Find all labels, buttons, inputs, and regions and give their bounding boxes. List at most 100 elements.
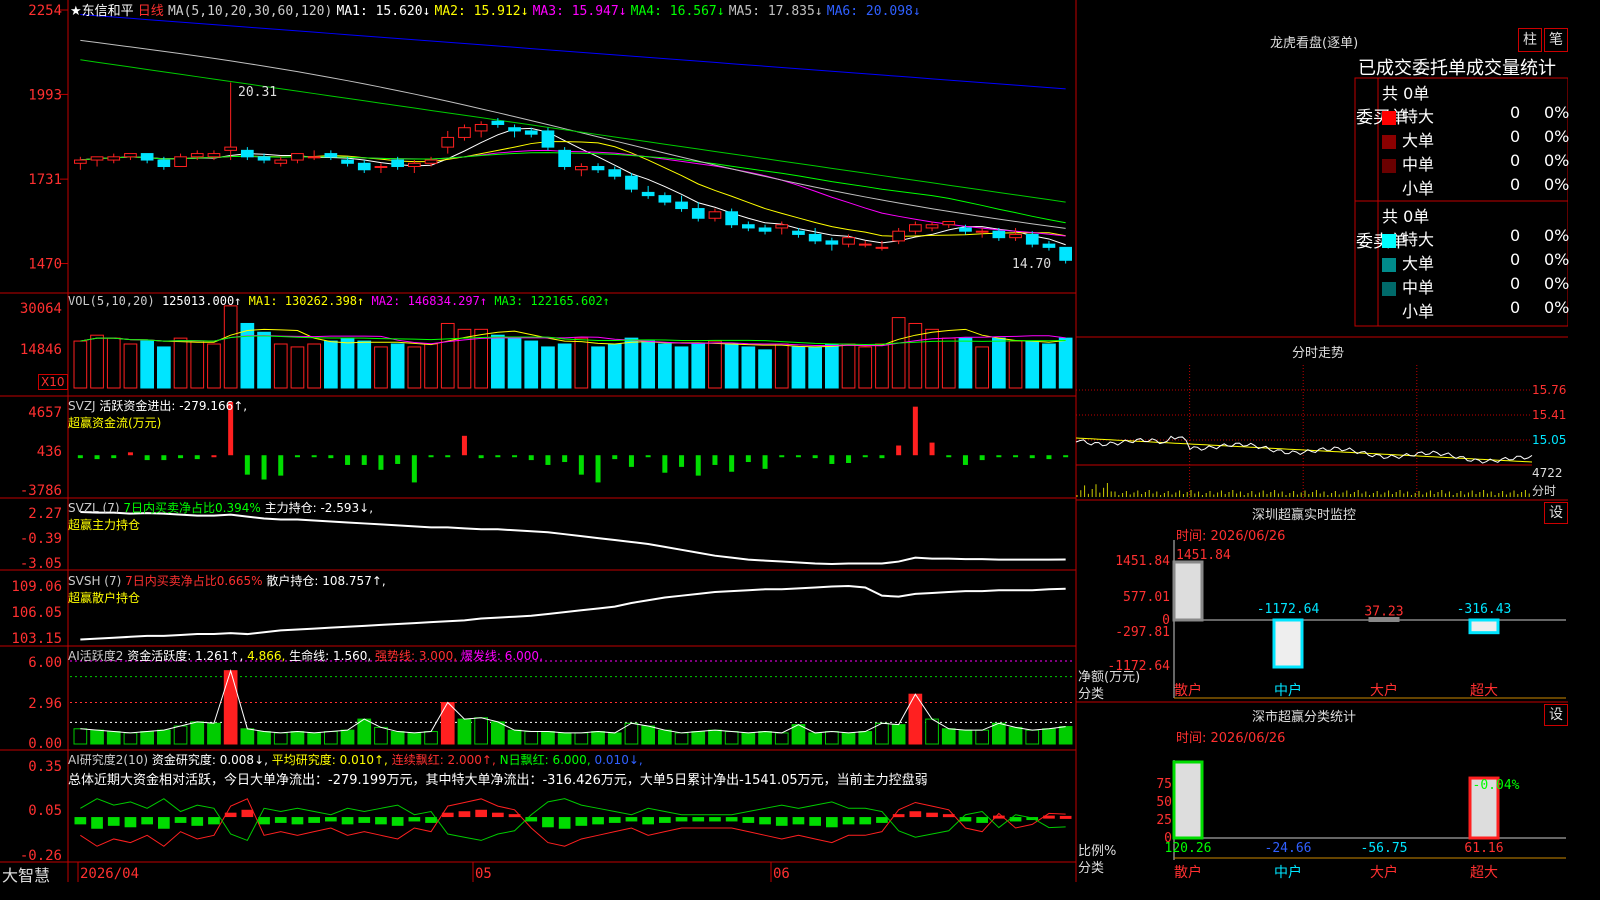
svsh-axis-label: 103.15 (11, 631, 62, 647)
classify-bar-label: -24.66 (1265, 841, 1312, 856)
candle-body (842, 237, 855, 245)
candle-body (291, 153, 304, 161)
price-axis-label: 2254 (28, 3, 62, 19)
candle-body (875, 246, 889, 249)
intraday-axis-0: 15.76 (1532, 383, 1567, 397)
monitor-time: 时间: 2026/06/26 (1176, 529, 1286, 544)
ai2-bar (641, 725, 655, 745)
volume-bar (658, 343, 672, 389)
ai2-bar (1058, 726, 1073, 745)
intraday-axis-1: 15.41 (1532, 408, 1567, 422)
svsh-text2: 散户持仓: 108.757↑, (266, 574, 386, 588)
tab-bar[interactable]: 柱 (1518, 28, 1542, 52)
research-bar (208, 817, 220, 825)
candle-body (558, 149, 571, 168)
volume-bar (73, 340, 88, 389)
candle-body (775, 224, 789, 229)
period-label[interactable]: 日线 (138, 4, 164, 19)
candle-body (374, 166, 388, 169)
svzj-bar (1029, 455, 1035, 459)
svzl-text2: 主力持仓: -2.593↓, (264, 501, 374, 515)
order-count: 0 (1510, 175, 1521, 194)
ai2-bar (157, 729, 171, 745)
research-bar (725, 817, 738, 822)
ai2-bar (474, 717, 488, 745)
ai2-bar (457, 718, 472, 745)
research-bar (859, 817, 872, 825)
research-axis-label: 0.05 (28, 803, 62, 819)
ma4-line (80, 152, 1066, 224)
ai2-t3: 生命线: 1.560, (289, 649, 372, 663)
price-panel-header: ★东信和平 日线 MA(5,10,20,30,60,120) MA1: 15.6… (70, 0, 921, 19)
research-bar (258, 817, 270, 825)
classify-axis-label: 25 (1156, 813, 1172, 828)
research-bar (826, 817, 838, 828)
svzj-bar (595, 455, 601, 483)
volume-bar (1025, 340, 1040, 389)
volume-bar (641, 340, 655, 389)
ma3-line (80, 149, 1066, 237)
candle-body (658, 195, 672, 203)
volume-bar (524, 340, 539, 389)
vol-unit-badge[interactable]: X10 (38, 374, 68, 390)
research-bar (107, 817, 120, 826)
classify-settings-button[interactable]: 设 (1544, 704, 1568, 726)
candle-body (190, 153, 204, 158)
candle-body (140, 153, 154, 161)
svzj-header: SVZJ 活跃资金进出: -279.166↑, 超赢资金流(万元) (68, 397, 247, 431)
volume-bar (624, 337, 639, 389)
volume-bar (674, 346, 689, 389)
ai2-axis-label: 0.00 (28, 736, 62, 752)
candle-body (474, 123, 488, 132)
candle-body (74, 159, 87, 164)
stock-title[interactable]: ★东信和平 (70, 4, 134, 19)
research-bar (341, 817, 354, 825)
order-percent: 0% (1544, 274, 1570, 293)
research-bar (608, 817, 621, 823)
svzj-bar (829, 455, 835, 464)
chart-canvas[interactable]: 2254 1993 1731 1470 20.31 14.70 30064 14846 4657… (0, 0, 1568, 882)
research-bar (308, 817, 320, 823)
candle-body (224, 146, 237, 151)
ai2-bar (90, 729, 104, 745)
date-axis-label: 2026/04 (80, 866, 139, 882)
svzj-bar (328, 455, 334, 459)
intraday-title: 分时走势 (1292, 346, 1345, 361)
research-bar (408, 817, 421, 822)
order-row: 大单 0 0% (1382, 127, 1570, 151)
svzj-axis-label: 436 (37, 444, 62, 460)
research-bar (759, 817, 771, 825)
volume-bar (574, 337, 589, 389)
candle-body (708, 211, 722, 219)
svzj-bar (1013, 455, 1019, 458)
research-bar (592, 817, 604, 825)
tab-tick[interactable]: 笔 (1544, 28, 1568, 52)
svsh-axis-label: 109.06 (11, 579, 62, 595)
svzj-label: SVZJ (68, 399, 96, 413)
vol-ma1: MA1: 130262.398↑ (248, 294, 365, 308)
monitor-settings-button[interactable]: 设 (1544, 502, 1568, 524)
vol-label: VOL(5,10,20) (68, 294, 155, 308)
svzj-bar (729, 455, 735, 472)
svzj-bar (862, 455, 868, 458)
ai2-bar (173, 725, 188, 745)
ai2-bar (574, 732, 589, 745)
volume-bar (858, 346, 873, 389)
monitor-category: 中户 (1274, 682, 1302, 699)
ai2-bar (290, 731, 305, 745)
air-header: AI研究度2(10) 资金研究度: 0.008↓, 平均研究度: 0.010↑,… (68, 751, 643, 768)
monitor-axis-label: 577.01 (1123, 590, 1170, 605)
order-percent: 0% (1544, 127, 1570, 146)
monitor-axis-label: 1451.84 (1115, 554, 1170, 569)
research-bar (558, 817, 571, 829)
research-bar (642, 817, 654, 825)
order-percent: 0% (1544, 151, 1570, 170)
monitor-bar (1272, 618, 1304, 669)
volume-bar (424, 343, 438, 389)
research-bar (1059, 815, 1072, 819)
volume-bar (223, 305, 238, 389)
order-percent: 0% (1544, 226, 1570, 245)
svzj-bar (428, 455, 434, 458)
research-bar (91, 817, 103, 829)
svzj-bar (161, 455, 167, 461)
